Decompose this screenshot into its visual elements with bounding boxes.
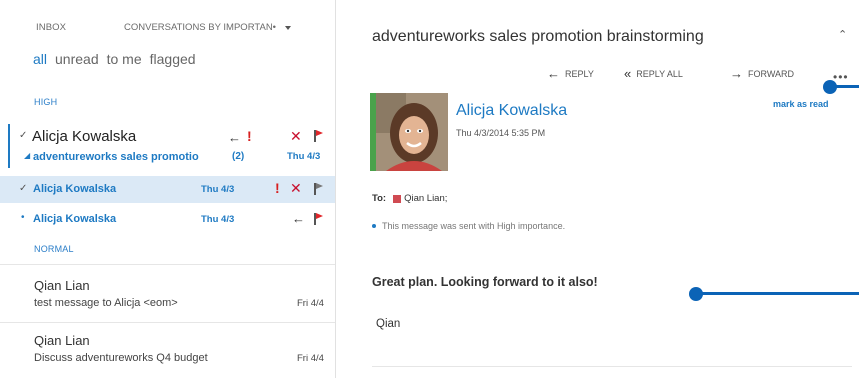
reading-pane: adventureworks sales promotion brainstor… [336, 0, 859, 378]
unread-indicator [8, 124, 10, 168]
message-signature: Qian [376, 318, 401, 330]
flag-icon[interactable] [314, 183, 324, 195]
thread-item-sender: Alicja Kowalska [33, 183, 117, 195]
reply-icon: ← [292, 211, 305, 226]
divider [0, 322, 335, 323]
sender-photo [376, 93, 448, 171]
list-item-date: Fri 4/4 [297, 298, 324, 309]
to-line: To: Qian Lian; [372, 193, 447, 204]
divider [0, 264, 335, 265]
filter-to-me[interactable]: to me [107, 51, 142, 67]
message-list-pane: INBOX CONVERSATIONS BY IMPORTAN• all unr… [0, 0, 336, 378]
reply-all-label: REPLY ALL [636, 68, 683, 79]
filter-unread[interactable]: unread [55, 51, 99, 67]
importance-notice: This message was sent with High importan… [372, 221, 565, 231]
importance-text: This message was sent with High importan… [382, 221, 566, 231]
section-header-normal: NORMAL [34, 244, 74, 254]
flag-icon[interactable] [314, 213, 324, 225]
check-icon: ✓ [19, 130, 28, 141]
list-item[interactable]: Qian Lian Discuss adventureworks Q4 budg… [0, 324, 335, 376]
info-icon [372, 224, 376, 228]
list-item[interactable]: Qian Lian test message to Alicja <eom> F… [0, 268, 335, 320]
reply-all-button[interactable]: « REPLY ALL [624, 66, 683, 81]
expand-icon[interactable]: ◢ [24, 151, 30, 160]
filter-bar: all unread to me flagged [33, 51, 196, 67]
thread-item-sender: Alicja Kowalska [33, 213, 117, 225]
unread-dot-icon: • [21, 212, 25, 223]
section-header-high: HIGH [34, 97, 58, 107]
thread-item-date: Thu 4/3 [201, 214, 235, 225]
conversation-date: Thu 4/3 [287, 151, 321, 162]
list-item-subject: Discuss adventureworks Q4 budget [34, 352, 208, 364]
list-item-sender: Qian Lian [34, 333, 90, 348]
thread-item-date: Thu 4/3 [201, 184, 235, 195]
importance-icon: ! [247, 128, 252, 144]
conversation-row[interactable]: ✓ Alicja Kowalska ◢ adventureworks sales… [0, 120, 335, 170]
conversation-subject: adventureworks sales promotio [33, 151, 199, 163]
forward-label: FORWARD [748, 68, 794, 79]
forward-button[interactable]: → FORWARD [730, 66, 794, 81]
delete-icon[interactable]: ✕ [290, 181, 302, 195]
flag-icon[interactable] [314, 130, 324, 142]
avatar [370, 93, 448, 171]
sender-name[interactable]: Alicja Kowalska [456, 102, 567, 120]
to-recipient[interactable]: Qian Lian; [404, 193, 447, 204]
divider [372, 366, 852, 367]
list-item-sender: Qian Lian [34, 278, 90, 293]
sort-label: CONVERSATIONS BY IMPORTAN• [124, 22, 277, 33]
delete-icon[interactable]: ✕ [290, 129, 302, 143]
list-item-date: Fri 4/4 [297, 353, 324, 364]
reply-label: REPLY [565, 68, 594, 79]
reply-icon: ← [228, 130, 241, 145]
sent-date: Thu 4/3/2014 5:35 PM [456, 128, 546, 138]
message-body: Great plan. Looking forward to it also! [372, 275, 598, 289]
importance-icon: ! [275, 180, 280, 196]
mark-as-read-link[interactable]: mark as read [773, 99, 829, 109]
reply-all-icon: « [624, 66, 632, 81]
recipient-presence-icon [393, 194, 402, 203]
message-count: (2) [232, 151, 245, 162]
folder-label: INBOX [36, 22, 67, 33]
conversation-title: adventureworks sales promotion brainstor… [372, 28, 704, 45]
collapse-icon[interactable]: ⌃ [838, 28, 847, 41]
sort-dropdown[interactable]: CONVERSATIONS BY IMPORTAN• [124, 22, 292, 33]
forward-icon: → [730, 66, 743, 81]
filter-flagged[interactable]: flagged [150, 51, 196, 67]
sender-photo-image [376, 93, 448, 171]
reply-button[interactable]: ← REPLY [547, 66, 594, 81]
thread-item[interactable]: • Alicja Kowalska Thu 4/3 ← [0, 206, 335, 232]
list-item-subject: test message to Alicja <eom> [34, 297, 178, 309]
reply-icon: ← [547, 66, 560, 81]
callout-line [698, 292, 859, 295]
caret-down-icon [285, 25, 292, 30]
callout-line [833, 85, 859, 88]
to-label: To: [372, 193, 387, 204]
filter-all[interactable]: all [33, 51, 47, 67]
conversation-sender: Alicja Kowalska [32, 128, 137, 145]
thread-item[interactable]: ✓ Alicja Kowalska Thu 4/3 ! ✕ [0, 176, 335, 203]
check-icon: ✓ [19, 183, 28, 194]
